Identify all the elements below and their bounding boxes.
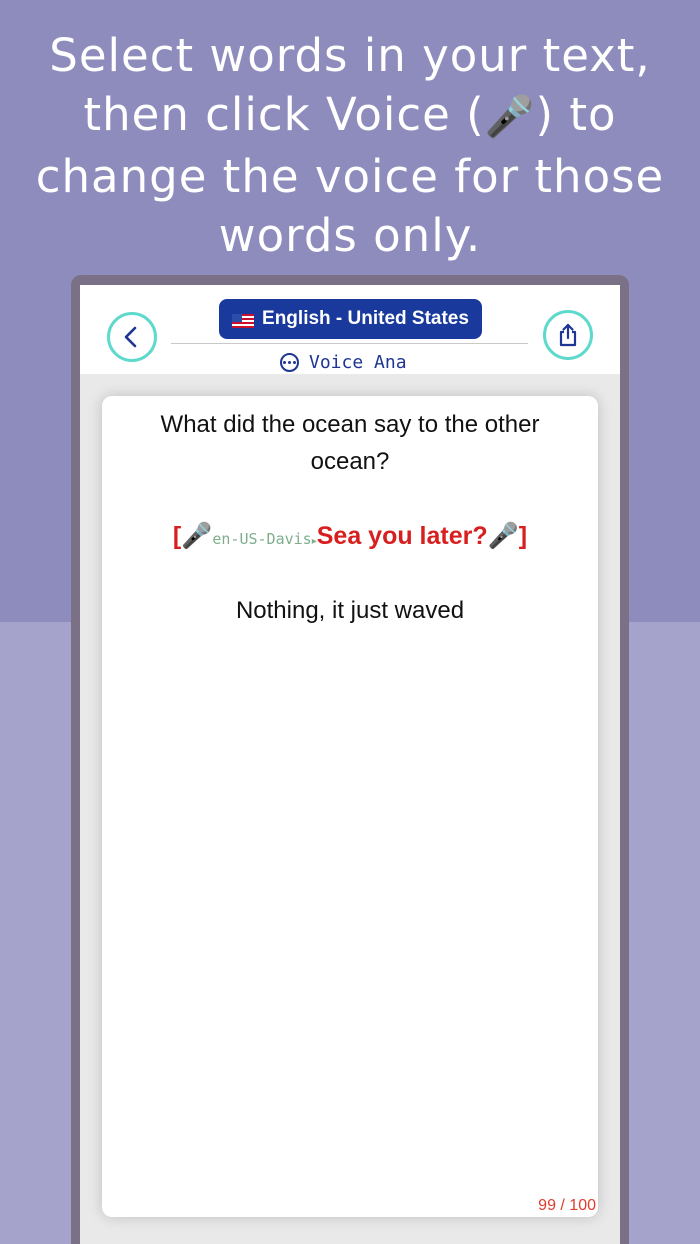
headline-line-4: words only. — [218, 209, 482, 262]
share-button[interactable] — [543, 310, 593, 360]
app-screen: English - United States Voice Ana What d… — [80, 285, 620, 1244]
language-selector-button[interactable]: English - United States — [219, 299, 482, 339]
tag-voice-name: en-US-Davis — [212, 530, 312, 548]
navigation-bar: English - United States Voice Ana — [80, 285, 620, 374]
voice-selector-button[interactable]: Voice Ana — [280, 349, 407, 375]
voice-label: Voice Ana — [309, 351, 407, 373]
language-label: English - United States — [262, 308, 469, 329]
microphone-icon: 🎤 — [484, 94, 536, 140]
us-flag-icon — [232, 312, 255, 328]
navbar-divider — [171, 343, 528, 344]
headline-line-2: then click Voice (🎤) to — [0, 85, 700, 147]
tag-open-bracket: [ — [172, 522, 182, 550]
text-editor-card[interactable]: What did the ocean say to the other ocea… — [102, 396, 598, 1217]
headline-line-3: change the voice for those — [35, 150, 665, 203]
headline-line-1: Select words in your text, — [49, 29, 651, 82]
share-icon — [559, 323, 577, 347]
tagged-text: Sea you later? — [316, 522, 488, 550]
answer-text: Nothing, it just waved — [235, 597, 465, 624]
back-button[interactable] — [107, 312, 157, 362]
microphone-icon: 🎤 — [181, 522, 213, 550]
more-options-icon — [280, 352, 299, 372]
microphone-icon: 🎤 — [487, 522, 519, 550]
chevron-left-icon — [124, 326, 137, 348]
promo-headline: Select words in your text, then click Vo… — [0, 26, 700, 265]
headline-line-2-end: ) to — [535, 88, 617, 141]
voice-tagged-segment[interactable]: [🎤en-US-Davis▸Sea you later?🎤] — [102, 517, 598, 561]
question-text: What did the ocean say to the other ocea… — [160, 411, 540, 475]
tag-close-bracket: ] — [518, 522, 528, 550]
character-counter: 99 / 100 — [538, 1197, 596, 1214]
headline-line-2-start: then click Voice ( — [83, 88, 485, 141]
